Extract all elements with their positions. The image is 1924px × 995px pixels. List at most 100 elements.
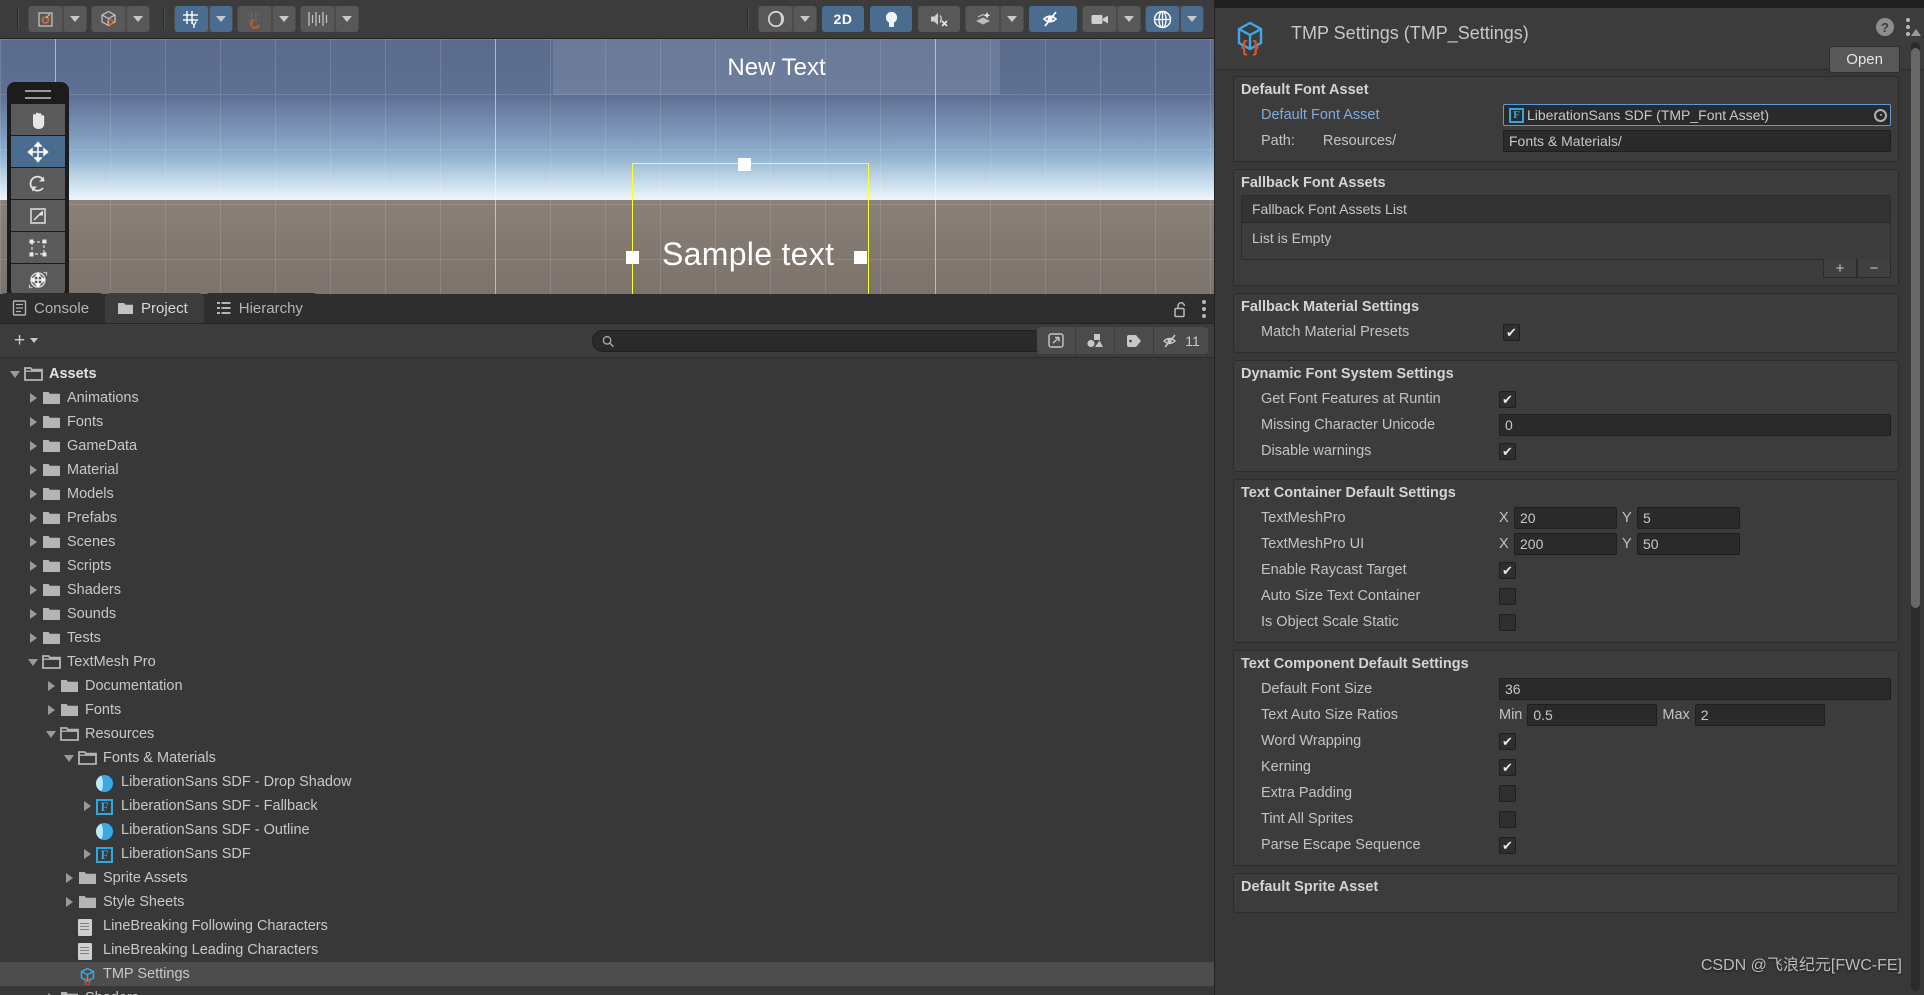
word-wrapping-checkbox[interactable] <box>1499 732 1516 750</box>
tree-expand-arrow[interactable] <box>62 895 76 909</box>
tree-expand-arrow[interactable] <box>26 391 40 405</box>
extra-padding-checkbox[interactable] <box>1499 784 1516 802</box>
is-object-scale-static-checkbox[interactable] <box>1499 613 1516 631</box>
add-fallback-button[interactable]: + <box>1823 259 1857 278</box>
ratios-min-input[interactable]: 0.5 <box>1527 704 1658 726</box>
tree-item[interactable]: Fonts & Materials <box>0 746 1214 770</box>
rect-handle-right[interactable] <box>854 251 867 264</box>
tree-expand-arrow[interactable] <box>26 583 40 597</box>
tree-expand-arrow[interactable] <box>80 799 94 813</box>
tree-expand-arrow[interactable] <box>26 487 40 501</box>
tree-item[interactable]: F LiberationSans SDF - Fallback <box>0 794 1214 818</box>
get-font-features-checkbox[interactable] <box>1499 390 1516 408</box>
tab-project[interactable]: Project <box>105 293 204 323</box>
path-value-field[interactable]: Fonts & Materials/ <box>1503 130 1891 152</box>
rect-handle-top[interactable] <box>738 158 751 171</box>
tree-item[interactable]: Material <box>0 458 1214 482</box>
snap-increment-icon[interactable] <box>301 6 334 32</box>
tree-item[interactable]: Sprite Assets <box>0 866 1214 890</box>
gizmo-globe-icon[interactable] <box>1146 6 1179 32</box>
tree-expand-arrow[interactable] <box>26 535 40 549</box>
scene-view[interactable]: New Text Sample text <box>0 39 1214 294</box>
tree-item[interactable]: {} TMP Settings <box>0 962 1214 986</box>
grid-snap-dropdown[interactable] <box>273 6 295 32</box>
remove-fallback-button[interactable]: − <box>1857 259 1891 278</box>
move-tool[interactable] <box>11 136 65 167</box>
tree-item[interactable]: Resources <box>0 722 1214 746</box>
label-tag-icon[interactable] <box>1115 327 1153 354</box>
pivot-icon[interactable] <box>29 6 62 32</box>
tree-item[interactable]: LiberationSans SDF - Drop Shadow <box>0 770 1214 794</box>
panel-kebab-menu[interactable] <box>1202 300 1206 318</box>
tree-expand-arrow[interactable] <box>26 463 40 477</box>
tree-expand-arrow[interactable] <box>26 439 40 453</box>
tree-item[interactable]: Sounds <box>0 602 1214 626</box>
rect-handle-left[interactable] <box>626 251 639 264</box>
rect-transform-tool[interactable] <box>11 232 65 263</box>
toggle-2d-button[interactable]: 2D <box>822 6 864 32</box>
object-picker-icon[interactable] <box>1874 108 1887 122</box>
tool-palette-drag-handle[interactable] <box>25 90 51 99</box>
tmpui-y-input[interactable]: 50 <box>1637 533 1740 555</box>
tree-item[interactable]: Fonts <box>0 410 1214 434</box>
tint-all-sprites-checkbox[interactable] <box>1499 810 1516 828</box>
enable-raycast-target-checkbox[interactable] <box>1499 561 1516 579</box>
disable-warnings-checkbox[interactable] <box>1499 442 1516 460</box>
hand-tool[interactable] <box>11 104 65 135</box>
tree-expand-arrow[interactable] <box>8 367 22 381</box>
grid-axis-y-icon[interactable]: Y <box>175 6 208 32</box>
help-icon[interactable]: ? <box>1876 18 1894 36</box>
lock-open-icon[interactable] <box>1173 301 1188 318</box>
default-font-asset-objectfield[interactable]: F LiberationSans SDF (TMP_Font Asset) <box>1503 104 1891 126</box>
tmp-y-input[interactable]: 5 <box>1637 507 1740 529</box>
tree-item[interactable]: Shaders <box>0 578 1214 602</box>
new-text-object[interactable]: New Text <box>553 40 1000 95</box>
tree-item[interactable]: LineBreaking Following Characters <box>0 914 1214 938</box>
tmp-x-input[interactable]: 20 <box>1514 507 1617 529</box>
fx-icon[interactable] <box>966 6 999 32</box>
rotate-tool[interactable] <box>11 168 65 199</box>
ratios-max-input[interactable]: 2 <box>1694 704 1825 726</box>
toggle-lighting-button[interactable] <box>870 6 912 32</box>
tree-expand-arrow[interactable] <box>44 991 58 995</box>
shading-sphere-icon[interactable] <box>759 6 792 32</box>
tree-item[interactable]: Animations <box>0 386 1214 410</box>
tree-item[interactable]: Shaders <box>0 986 1214 995</box>
tree-expand-arrow[interactable] <box>44 679 58 693</box>
scene-fx-dropdown[interactable] <box>1001 6 1023 32</box>
camera-icon[interactable] <box>1083 6 1116 32</box>
tree-item[interactable]: Fonts <box>0 698 1214 722</box>
tree-expand-arrow[interactable] <box>26 631 40 645</box>
tree-item[interactable]: Models <box>0 482 1214 506</box>
default-font-asset-label[interactable]: Default Font Asset <box>1241 107 1503 123</box>
open-button[interactable]: Open <box>1829 46 1900 73</box>
scrollbar-thumb[interactable] <box>1911 48 1920 608</box>
fallback-font-assets-list[interactable]: Fallback Font Assets List List is Empty <box>1241 195 1891 260</box>
pivot-dropdown[interactable] <box>64 6 86 32</box>
tree-expand-arrow[interactable] <box>62 751 76 765</box>
tree-item[interactable]: Documentation <box>0 674 1214 698</box>
gizmos-dropdown[interactable] <box>1181 6 1203 32</box>
kerning-checkbox[interactable] <box>1499 758 1516 776</box>
toggle-hidden-objects-button[interactable] <box>1029 6 1077 32</box>
scroll-up-arrow[interactable] <box>1909 26 1922 39</box>
tree-item[interactable]: Scenes <box>0 530 1214 554</box>
transform-combined-tool[interactable] <box>11 264 65 294</box>
hidden-count-indicator[interactable]: 11 <box>1154 327 1208 354</box>
snap-increment-dropdown[interactable] <box>336 6 358 32</box>
create-asset-button[interactable]: + <box>8 330 44 352</box>
tree-expand-arrow[interactable] <box>26 559 40 573</box>
tree-item[interactable]: Scripts <box>0 554 1214 578</box>
inspector-scrollbar[interactable] <box>1909 26 1922 991</box>
tree-item[interactable]: Style Sheets <box>0 890 1214 914</box>
handle-rotation-dropdown[interactable] <box>127 6 149 32</box>
tree-expand-arrow[interactable] <box>62 871 76 885</box>
cube-local-icon[interactable] <box>92 6 125 32</box>
tree-item[interactable]: F LiberationSans SDF <box>0 842 1214 866</box>
tab-console[interactable]: Console <box>0 293 106 323</box>
sample-text-label[interactable]: Sample text <box>662 236 834 273</box>
grid-axis-dropdown[interactable] <box>210 6 232 32</box>
tree-item[interactable]: Prefabs <box>0 506 1214 530</box>
shading-mode-dropdown[interactable] <box>794 6 816 32</box>
tree-item[interactable]: Tests <box>0 626 1214 650</box>
